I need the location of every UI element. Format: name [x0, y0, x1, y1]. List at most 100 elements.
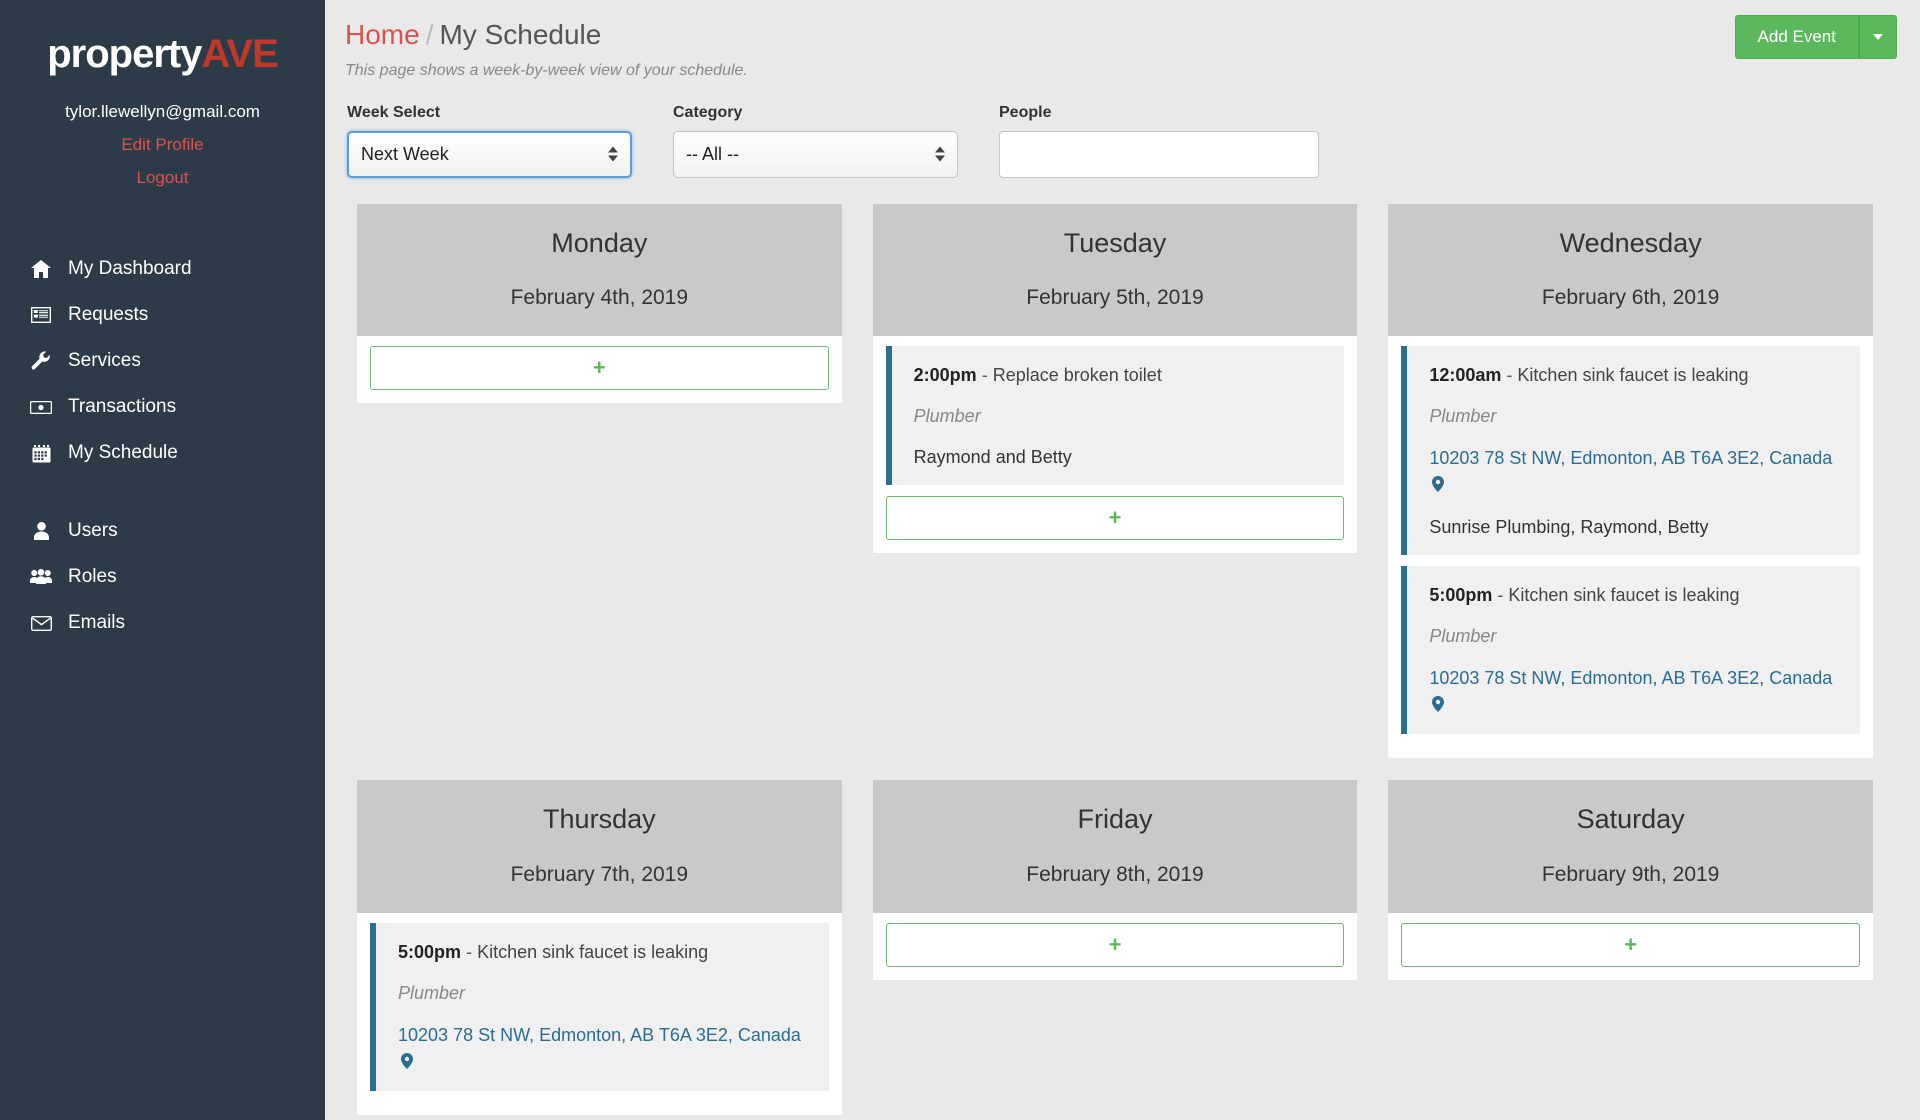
event-item[interactable]: 12:00am - Kitchen sink faucet is leaking…	[1401, 345, 1860, 556]
sidebar-item-label: Roles	[68, 566, 117, 587]
wrench-icon	[30, 351, 52, 371]
plus-icon: +	[1108, 504, 1122, 530]
day-card-body: 2:00pm - Replace broken toilet Plumber Ray…	[873, 336, 1358, 553]
event-people: Sunrise Plumbing, Raymond, Betty	[1429, 517, 1709, 538]
filter-bar: Week Select Next Week Category -- All --…	[325, 80, 1920, 178]
day-card-body: 12:00am - Kitchen sink faucet is leaking…	[1388, 336, 1873, 759]
event-category: Plumber	[1429, 405, 1497, 426]
sidebar-item-label: My Dashboard	[68, 258, 192, 279]
day-card: Thursday February 7th, 2019 5:00pm - Kitch…	[357, 780, 842, 1115]
day-date: February 7th, 2019	[510, 862, 689, 886]
page-title: My Schedule	[439, 19, 602, 50]
logout-link[interactable]: Logout	[0, 168, 325, 188]
page-description: This page shows a week-by-week view of y…	[345, 61, 748, 79]
day-card: Wednesday February 6th, 2019 12:00am - Kit…	[1388, 203, 1873, 759]
event-item[interactable]: 2:00pm - Replace broken toilet Plumber Ray…	[885, 345, 1345, 485]
app-root: propertyAVE tylor.llewellyn@gmail.com Ed…	[0, 0, 1920, 1120]
day-card-header: Saturday February 9th, 2019	[1388, 780, 1873, 913]
event-address-link[interactable]: 10203 78 St NW, Edmonton, AB T6A 3E2, Ca…	[398, 1022, 807, 1074]
sidebar-item-transactions[interactable]: Transactions	[0, 384, 325, 430]
event-dash: -	[1506, 364, 1513, 385]
event-people: Raymond and Betty	[913, 446, 1072, 467]
event-time: 12:00am	[1429, 364, 1502, 385]
map-pin-icon	[1432, 475, 1445, 492]
sidebar-item-services[interactable]: Services	[0, 338, 325, 384]
week-grid: Monday February 4th, 2019 + Tuesday February…	[325, 178, 1920, 1115]
event-title: Kitchen sink faucet is leaking	[1508, 585, 1740, 606]
chevron-down-icon	[1873, 34, 1883, 40]
day-card-header: Wednesday February 6th, 2019	[1388, 203, 1873, 336]
day-name: Friday	[1077, 804, 1153, 835]
event-address-link[interactable]: 10203 78 St NW, Edmonton, AB T6A 3E2, Ca…	[1429, 445, 1838, 497]
add-event-to-day-button[interactable]: +	[885, 495, 1345, 540]
week-select-label: Week Select	[347, 103, 441, 121]
sidebar-item-my-schedule[interactable]: My Schedule	[0, 430, 325, 476]
spinner-arrows-icon	[935, 146, 945, 162]
sidebar-item-users[interactable]: Users	[0, 508, 325, 554]
user-icon	[30, 521, 52, 541]
sidebar: propertyAVE tylor.llewellyn@gmail.com Ed…	[0, 0, 325, 1120]
day-name: Thursday	[543, 804, 656, 835]
sidebar-item-label: Users	[68, 520, 118, 541]
event-category: Plumber	[398, 982, 466, 1003]
day-card: Saturday February 9th, 2019 +	[1388, 780, 1873, 980]
brand-name-primary: property	[47, 32, 202, 76]
day-card-header: Monday February 4th, 2019	[357, 203, 842, 336]
breadcrumb-home-link[interactable]: Home	[345, 19, 420, 50]
day-date: February 4th, 2019	[510, 285, 689, 309]
breadcrumb-separator: /	[425, 19, 434, 50]
day-card-header: Thursday February 7th, 2019	[357, 780, 842, 913]
day-name: Tuesday	[1063, 227, 1167, 258]
add-event-to-day-button[interactable]: +	[1401, 922, 1860, 967]
day-card-header: Friday February 8th, 2019	[872, 780, 1358, 913]
event-title-line: 12:00am - Kitchen sink faucet is leaking	[1429, 363, 1838, 388]
sidebar-item-requests[interactable]: Requests	[0, 292, 325, 338]
sidebar-divider-gap	[0, 476, 325, 508]
week-select-value: Next Week	[361, 143, 449, 164]
day-card: Tuesday February 5th, 2019 2:00pm - Replac…	[872, 203, 1358, 553]
add-event-to-day-button[interactable]: +	[885, 922, 1345, 967]
sidebar-item-label: Requests	[68, 304, 149, 325]
edit-profile-link[interactable]: Edit Profile	[0, 135, 325, 155]
week-select-field: Week Select Next Week	[347, 104, 632, 178]
event-category: Plumber	[1429, 626, 1497, 647]
category-dropdown[interactable]: -- All --	[673, 130, 958, 178]
sidebar-item-my-dashboard[interactable]: My Dashboard	[0, 246, 325, 292]
event-title-line: 2:00pm - Replace broken toilet	[914, 363, 1323, 388]
event-item[interactable]: 5:00pm - Kitchen sink faucet is leaking P…	[370, 922, 829, 1091]
people-input[interactable]	[999, 130, 1319, 178]
event-dash: -	[466, 941, 473, 962]
event-time: 5:00pm	[398, 941, 462, 962]
envelope-icon	[30, 613, 52, 633]
brand-name-accent: AVE	[201, 32, 278, 76]
day-name: Monday	[551, 227, 648, 258]
sidebar-item-emails[interactable]: Emails	[0, 600, 325, 646]
list-alt-icon	[30, 305, 52, 325]
category-label: Category	[673, 103, 743, 121]
user-email: tylor.llewellyn@gmail.com	[65, 102, 260, 121]
event-time: 2:00pm	[913, 364, 977, 385]
home-icon	[30, 259, 52, 279]
day-card: Friday February 8th, 2019 +	[872, 780, 1358, 980]
money-bill-icon	[30, 397, 52, 417]
plus-icon: +	[1108, 931, 1122, 957]
event-category: Plumber	[913, 405, 981, 426]
spinner-arrows-icon	[608, 146, 618, 162]
day-card-header: Tuesday February 5th, 2019	[872, 203, 1358, 336]
day-card-body: +	[357, 336, 842, 403]
add-event-to-day-button[interactable]: +	[370, 345, 829, 390]
event-item[interactable]: 5:00pm - Kitchen sink faucet is leaking P…	[1401, 566, 1860, 735]
sidebar-item-label: Transactions	[68, 396, 177, 417]
plus-icon: +	[592, 354, 606, 380]
add-event-button[interactable]: Add Event	[1734, 15, 1859, 59]
day-card: Monday February 4th, 2019 +	[357, 203, 842, 403]
sidebar-item-roles[interactable]: Roles	[0, 554, 325, 600]
brand-logo[interactable]: propertyAVE	[0, 26, 325, 94]
week-select-dropdown[interactable]: Next Week	[347, 130, 632, 178]
category-value: -- All --	[686, 143, 739, 164]
event-address-link[interactable]: 10203 78 St NW, Edmonton, AB T6A 3E2, Ca…	[1429, 665, 1838, 717]
day-date: February 5th, 2019	[1026, 285, 1204, 309]
users-icon	[30, 567, 52, 587]
day-date: February 9th, 2019	[1541, 862, 1720, 886]
add-event-dropdown-toggle[interactable]	[1859, 15, 1897, 59]
